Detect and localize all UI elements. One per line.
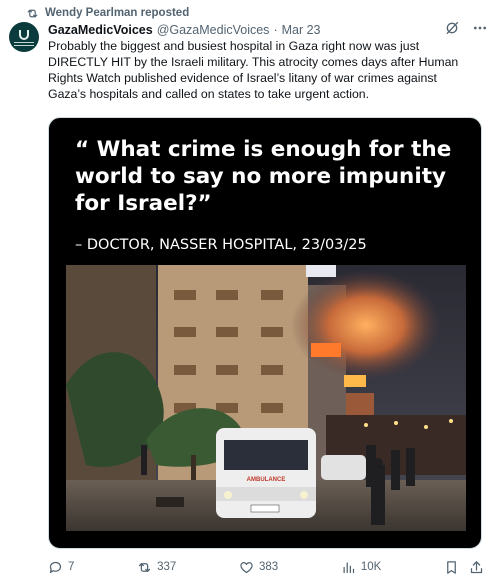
post-actions-right [444,560,484,575]
post-date[interactable]: Mar 23 [282,23,321,37]
post-text: Probably the biggest and busiest hospita… [48,39,459,101]
view-count: 10K [360,561,382,573]
hospital-strike-photo: AMBULANCE [66,265,466,531]
media-quote-attribution: – DOCTOR, NASSER HOSPITAL, 23/03/25 [75,237,367,253]
share-icon[interactable] [469,560,484,575]
post-actions: 7 337 383 10K [48,557,484,577]
repost-indicator[interactable]: Wendy Pearlman reposted [26,6,189,20]
grok-icon[interactable] [444,20,460,36]
reply-count: 7 [68,561,75,573]
repost-label: Wendy Pearlman reposted [45,7,190,19]
post-top-icons [444,20,488,36]
ambulance-label: AMBULANCE [247,477,286,483]
repost-button[interactable]: 337 [137,560,176,575]
ambulance-icon: AMBULANCE [216,428,316,518]
repost-icon [27,9,38,17]
views-button[interactable]: 10K [341,560,381,575]
analytics-icon [343,562,354,573]
author-display-name[interactable]: GazaMedicVoices [48,23,153,37]
reply-button[interactable]: 7 [48,560,74,575]
media-quote-text: “ What crime is enough for the world to … [75,137,452,216]
like-count: 383 [258,561,279,573]
header-separator: · [273,22,278,37]
post-header: GazaMedicVoices @GazaMedicVoices · Mar 2… [48,21,321,38]
author-handle[interactable]: @GazaMedicVoices [157,23,270,37]
avatar-cup-icon [19,30,29,40]
avatar-caption-icon [14,42,34,46]
avatar[interactable] [9,22,39,52]
reply-icon [49,561,62,573]
post-media-image[interactable]: “ What crime is enough for the world to … [48,117,482,549]
bookmark-icon[interactable] [444,560,459,575]
more-options-icon[interactable] [472,20,488,36]
heart-icon [240,561,253,573]
like-button[interactable]: 383 [239,560,278,575]
repost-action-icon [138,562,151,572]
repost-count: 337 [157,561,177,573]
